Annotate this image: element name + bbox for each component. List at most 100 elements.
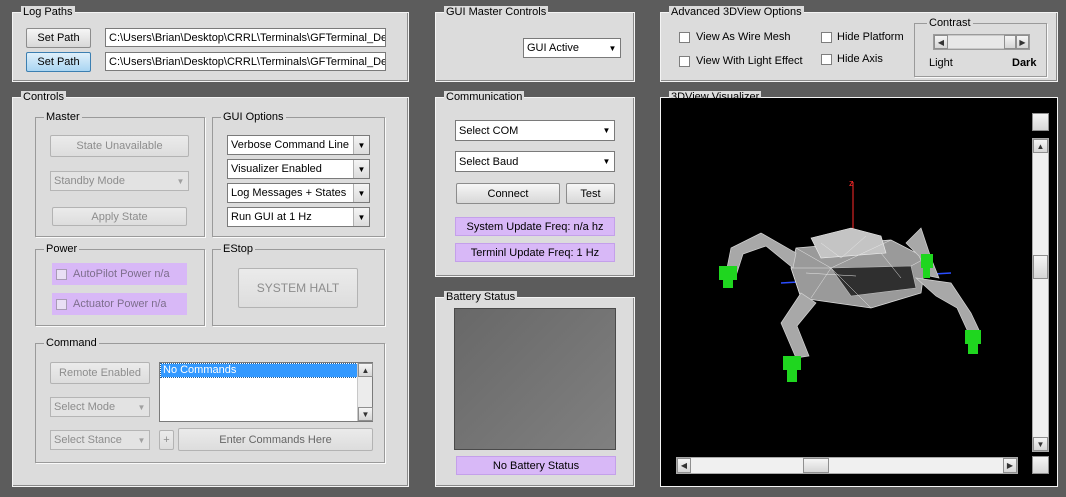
- communication-title: Communication: [444, 91, 525, 104]
- light-effect-option[interactable]: View With Light Effect: [679, 54, 829, 68]
- select-com-select[interactable]: Select COM ▼: [455, 120, 615, 141]
- checkbox-icon[interactable]: [679, 31, 690, 43]
- chevron-right-icon[interactable]: ▶: [1016, 35, 1029, 49]
- power-group: Power AutoPilot Power n/a Actuator Power…: [35, 243, 205, 326]
- gui-active-value: GUI Active: [527, 42, 579, 54]
- visualizer-panel: 3DView Visualizer z ▲ ▼ ◀ ▶: [660, 91, 1058, 487]
- communication-panel: Communication Select COM ▼ Select Baud ▼…: [435, 91, 635, 277]
- horizontal-scroll-thumb[interactable]: [803, 458, 829, 473]
- run-gui-value: Run GUI at 1 Hz: [231, 211, 312, 223]
- master-group: Master State Unavailable Standby Mode ▼ …: [35, 111, 205, 237]
- contrast-group: Contrast ◀ ▶ Light Dark: [914, 17, 1047, 77]
- state-unavailable-button[interactable]: State Unavailable: [50, 135, 189, 157]
- contrast-light-label: Light: [929, 57, 953, 69]
- select-mode-value: Select Mode: [54, 401, 116, 413]
- chevron-down-icon: ▼: [353, 208, 369, 226]
- gui-master-title: GUI Master Controls: [444, 6, 549, 19]
- wire-mesh-label: View As Wire Mesh: [696, 31, 791, 43]
- controls-panel: Controls Master State Unavailable Standb…: [12, 91, 409, 487]
- select-mode-select[interactable]: Select Mode ▼: [50, 397, 150, 417]
- app-window: { "log_paths": { "title": "Log Paths", "…: [0, 0, 1066, 497]
- command-list-scrollbar[interactable]: ▲ ▼: [357, 363, 373, 421]
- connect-button[interactable]: Connect: [456, 183, 560, 204]
- command-list-item[interactable]: No Commands: [160, 363, 358, 378]
- controls-title: Controls: [21, 91, 66, 104]
- select-stance-select[interactable]: Select Stance ▼: [50, 430, 150, 450]
- visualizer-corner-button-top[interactable]: [1032, 113, 1049, 131]
- set-path-button-2[interactable]: Set Path: [26, 52, 91, 72]
- master-title: Master: [44, 111, 82, 124]
- master-mode-value: Standby Mode: [54, 175, 125, 187]
- autopilot-power-indicator: AutoPilot Power n/a: [52, 263, 187, 285]
- vertical-scroll-thumb[interactable]: [1033, 255, 1048, 279]
- hide-axis-option[interactable]: Hide Axis: [821, 52, 916, 66]
- hide-platform-label: Hide Platform: [837, 31, 904, 43]
- actuator-power-label: Actuator Power n/a: [73, 298, 167, 310]
- gui-master-panel: GUI Master Controls GUI Active ▼: [435, 6, 635, 82]
- actuator-power-indicator: Actuator Power n/a: [52, 293, 187, 315]
- chevron-down-icon[interactable]: ▼: [1033, 437, 1048, 451]
- command-group: Command Remote Enabled Select Mode ▼ Sel…: [35, 337, 385, 463]
- chevron-down-icon: ▼: [137, 402, 146, 412]
- estop-title: EStop: [221, 243, 255, 256]
- chevron-up-icon[interactable]: ▲: [1033, 139, 1048, 153]
- checkbox-icon: [56, 298, 67, 310]
- visualizer-select[interactable]: Visualizer Enabled ▼: [227, 159, 370, 179]
- verbose-select[interactable]: Verbose Command Line ▼: [227, 135, 370, 155]
- add-command-button[interactable]: +: [159, 430, 174, 450]
- battery-status-panel: Battery Status No Battery Status: [435, 291, 635, 487]
- chevron-down-icon: ▼: [602, 126, 611, 135]
- contrast-slider-thumb[interactable]: [1004, 35, 1016, 49]
- chevron-right-icon[interactable]: ▶: [1003, 458, 1017, 473]
- robot-top: [810, 227, 887, 259]
- system-halt-button[interactable]: SYSTEM HALT: [238, 268, 358, 308]
- contrast-slider[interactable]: ◀ ▶: [933, 34, 1030, 50]
- log-messages-select[interactable]: Log Messages + States ▼: [227, 183, 370, 203]
- battery-status-label: No Battery Status: [456, 456, 616, 475]
- select-baud-value: Select Baud: [459, 155, 519, 168]
- select-stance-value: Select Stance: [54, 434, 122, 446]
- chevron-down-icon: ▼: [137, 435, 146, 445]
- command-list[interactable]: No Commands ▲ ▼: [159, 362, 373, 422]
- remote-enabled-button[interactable]: Remote Enabled: [50, 362, 150, 384]
- hide-platform-option[interactable]: Hide Platform: [821, 30, 916, 44]
- verbose-value: Verbose Command Line: [231, 139, 350, 151]
- test-button[interactable]: Test: [566, 183, 615, 204]
- z-axis-label: z: [849, 178, 854, 188]
- power-title: Power: [44, 243, 80, 256]
- chevron-down-icon[interactable]: ▼: [358, 407, 373, 421]
- run-gui-select[interactable]: Run GUI at 1 Hz ▼: [227, 207, 370, 227]
- robot-render: z: [719, 178, 981, 382]
- estop-group: EStop SYSTEM HALT: [212, 243, 385, 326]
- set-path-button-1[interactable]: Set Path: [26, 28, 91, 48]
- light-effect-label: View With Light Effect: [696, 55, 803, 67]
- log-path-field-2[interactable]: C:\Users\Brian\Desktop\CRRL\Terminals\GF…: [105, 52, 386, 71]
- checkbox-icon[interactable]: [679, 55, 690, 67]
- gui-active-select[interactable]: GUI Active ▼: [523, 38, 621, 58]
- chevron-left-icon[interactable]: ◀: [934, 35, 948, 49]
- system-update-freq: System Update Freq: n/a hz: [455, 217, 615, 236]
- log-messages-value: Log Messages + States: [231, 187, 347, 199]
- advanced-3dview-title: Advanced 3DView Options: [669, 6, 804, 19]
- command-input[interactable]: Enter Commands Here: [178, 428, 373, 451]
- chevron-down-icon: ▼: [176, 176, 185, 186]
- select-com-value: Select COM: [459, 124, 519, 137]
- log-path-field-1[interactable]: C:\Users\Brian\Desktop\CRRL\Terminals\GF…: [105, 28, 386, 47]
- visualizer-horizontal-scrollbar[interactable]: ◀ ▶: [676, 457, 1018, 474]
- hide-axis-label: Hide Axis: [837, 53, 883, 65]
- chevron-left-icon[interactable]: ◀: [677, 458, 691, 473]
- checkbox-icon[interactable]: [821, 53, 832, 65]
- battery-status-title: Battery Status: [444, 291, 518, 304]
- select-baud-select[interactable]: Select Baud ▼: [455, 151, 615, 172]
- apply-state-button[interactable]: Apply State: [52, 207, 187, 226]
- chevron-down-icon: ▼: [608, 43, 617, 53]
- master-mode-select[interactable]: Standby Mode ▼: [50, 171, 189, 191]
- wire-mesh-option[interactable]: View As Wire Mesh: [679, 30, 819, 44]
- visualizer-vertical-scrollbar[interactable]: ▲ ▼: [1032, 138, 1049, 452]
- gui-options-group: GUI Options Verbose Command Line ▼ Visua…: [212, 111, 385, 237]
- checkbox-icon[interactable]: [821, 31, 832, 43]
- chevron-up-icon[interactable]: ▲: [358, 363, 373, 377]
- contrast-dark-label: Dark: [1012, 57, 1037, 69]
- visualizer-corner-button-bottom[interactable]: [1032, 456, 1049, 474]
- visualizer-canvas[interactable]: z ▲ ▼ ◀ ▶: [661, 98, 1057, 486]
